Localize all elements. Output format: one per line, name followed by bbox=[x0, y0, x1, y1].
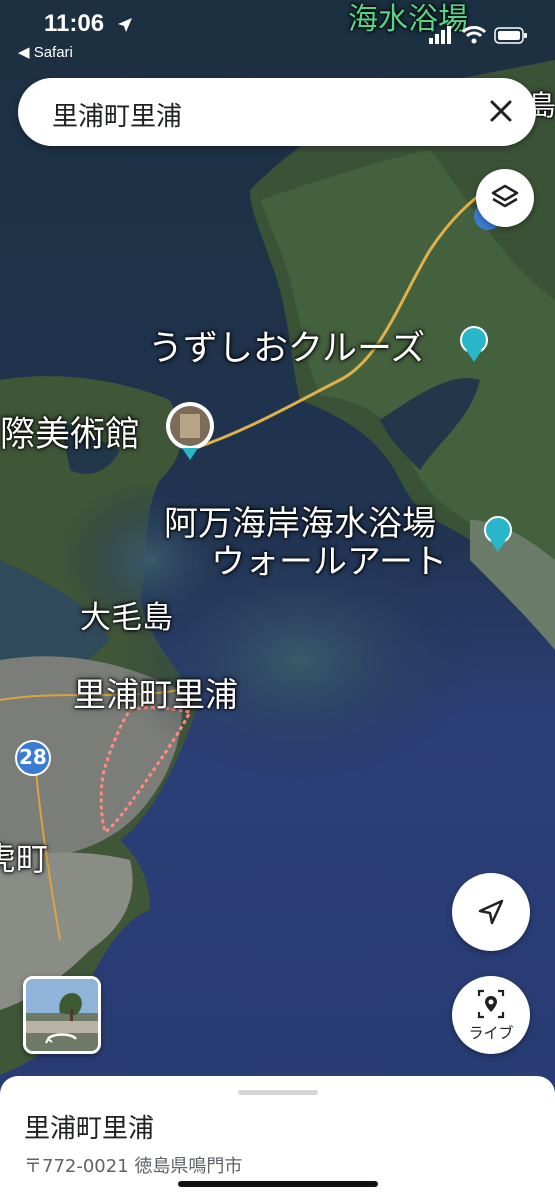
map-label-cruise[interactable]: うずしおクルーズ bbox=[148, 320, 425, 371]
status-time: 11:06 bbox=[44, 10, 105, 37]
sheet-handle[interactable] bbox=[238, 1090, 318, 1095]
place-address: 〒772-0021 徳島県鳴門市 bbox=[24, 1156, 243, 1177]
map-label-place: 里浦町里浦 bbox=[73, 675, 238, 714]
map-label-museum[interactable]: 際美術館 bbox=[0, 406, 140, 457]
status-bar: 11:06 ◀ Safari bbox=[0, 0, 555, 70]
live-view-icon bbox=[477, 989, 505, 1019]
search-input[interactable]: 里浦町里浦 bbox=[52, 96, 182, 133]
map-label-island: 大毛島 bbox=[80, 600, 173, 636]
close-icon[interactable] bbox=[486, 96, 516, 126]
route-number: 28 bbox=[19, 745, 47, 769]
back-app-label: Safari bbox=[33, 44, 73, 61]
signal-icon bbox=[429, 26, 451, 44]
back-to-app[interactable]: ◀ Safari bbox=[18, 43, 73, 61]
location-arrow-icon bbox=[118, 18, 132, 32]
home-indicator[interactable] bbox=[178, 1181, 378, 1187]
live-view-label: ライブ bbox=[468, 1024, 514, 1042]
navigation-arrow-icon bbox=[478, 899, 504, 925]
battery-icon bbox=[494, 27, 527, 44]
street-view-thumbnail[interactable] bbox=[23, 976, 101, 1054]
live-view-button[interactable]: ライブ bbox=[452, 976, 530, 1054]
layers-button[interactable] bbox=[476, 169, 534, 227]
my-location-button[interactable] bbox=[452, 873, 530, 951]
status-icons bbox=[429, 24, 529, 48]
search-bar[interactable]: 里浦町里浦 bbox=[18, 78, 536, 146]
map-label-left-fragment: 虎町 bbox=[0, 840, 49, 878]
layers-icon bbox=[491, 184, 519, 208]
map-label-beach-sub: ウォールアート bbox=[211, 542, 447, 582]
wifi-icon bbox=[461, 26, 487, 44]
place-title: 里浦町里浦 bbox=[24, 1114, 155, 1144]
